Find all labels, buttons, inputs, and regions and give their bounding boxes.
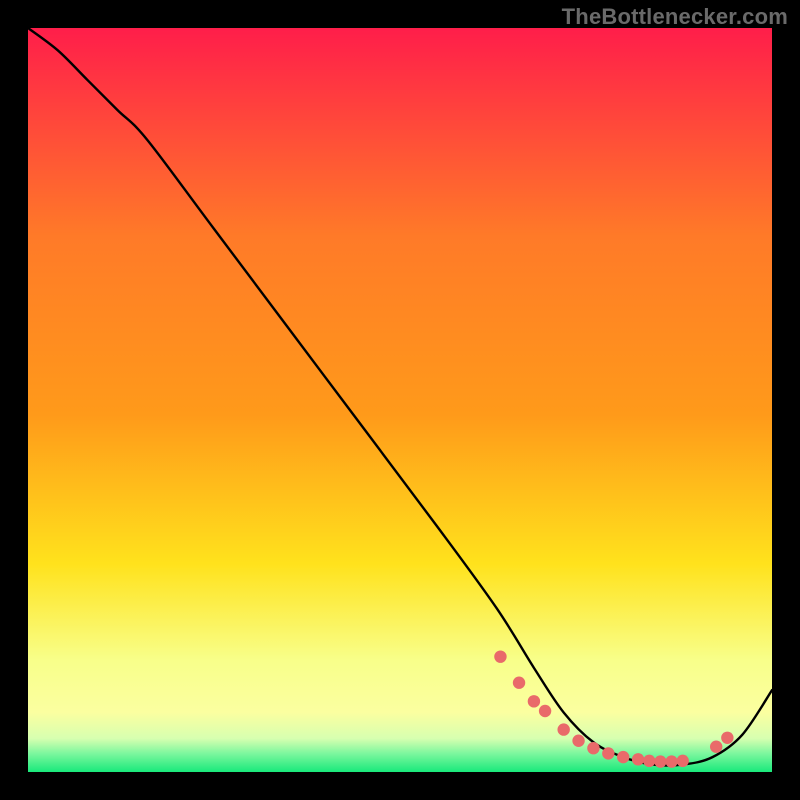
data-marker	[643, 755, 655, 767]
watermark-label: TheBottlenecker.com	[562, 4, 788, 30]
data-marker	[494, 650, 506, 662]
data-marker	[587, 742, 599, 754]
data-marker	[632, 753, 644, 765]
gradient-background	[28, 28, 772, 772]
data-marker	[602, 747, 614, 759]
data-marker	[677, 755, 689, 767]
data-marker	[557, 723, 569, 735]
data-marker	[539, 705, 551, 717]
chart-svg	[28, 28, 772, 772]
data-marker	[528, 695, 540, 707]
data-marker	[721, 732, 733, 744]
data-marker	[513, 677, 525, 689]
chart-plot-area	[28, 28, 772, 772]
data-marker	[572, 735, 584, 747]
data-marker	[710, 741, 722, 753]
data-marker	[665, 755, 677, 767]
chart-frame: TheBottlenecker.com	[0, 0, 800, 800]
data-marker	[617, 751, 629, 763]
data-marker	[654, 755, 666, 767]
